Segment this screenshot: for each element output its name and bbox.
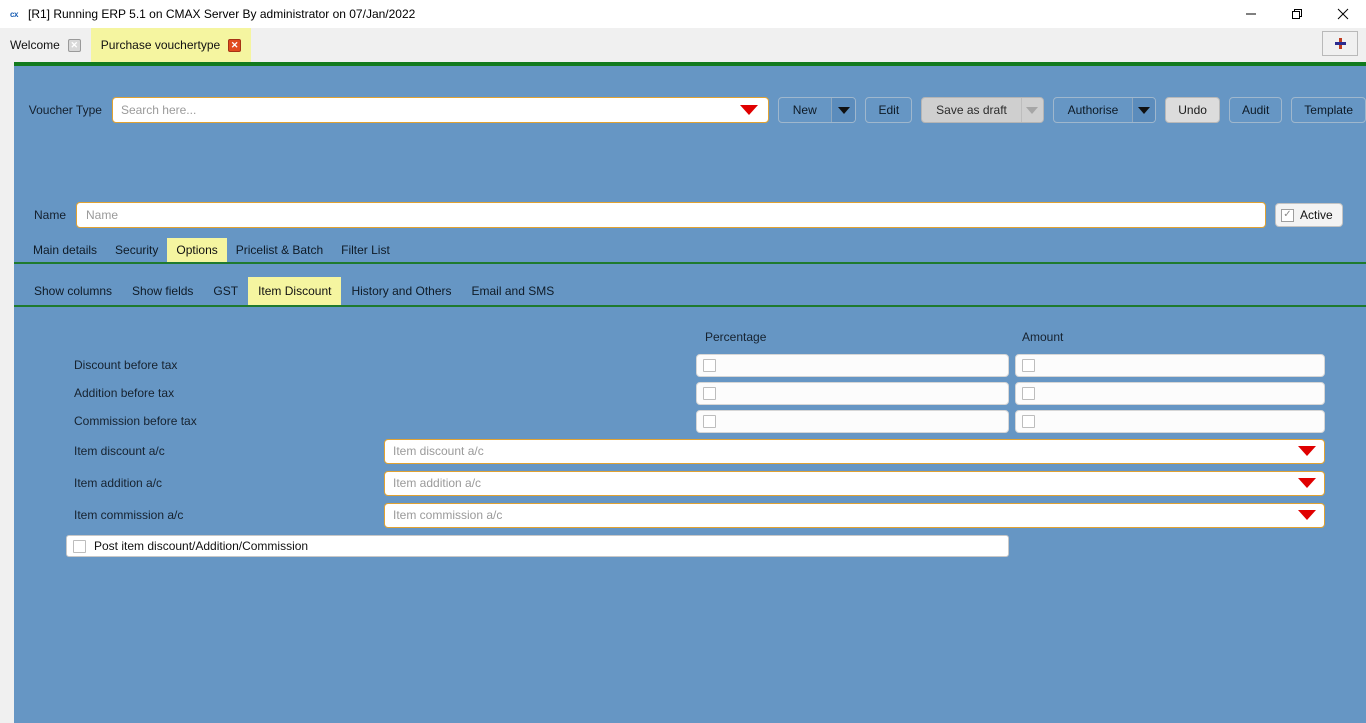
- placeholder-text: Item discount a/c: [385, 444, 484, 458]
- tab-item-discount[interactable]: Item Discount: [248, 277, 341, 305]
- voucher-type-label: Voucher Type: [14, 103, 112, 117]
- form-row-item-discount-ac: Item discount a/c Item discount a/c: [14, 437, 1366, 465]
- placeholder-text: Item addition a/c: [385, 476, 481, 490]
- new-tab-button[interactable]: [1322, 31, 1358, 56]
- edit-button[interactable]: Edit: [865, 97, 912, 123]
- document-tab-label: Welcome: [10, 38, 60, 52]
- window-body: Voucher Type New Edit Save as draft Auth…: [0, 62, 1366, 723]
- row-label: Item discount a/c: [74, 444, 165, 458]
- placeholder-text: Item commission a/c: [385, 508, 502, 522]
- tab-pricelist-and-batch[interactable]: Pricelist & Batch: [227, 238, 332, 262]
- plus-icon: [1335, 38, 1346, 49]
- document-tab-welcome[interactable]: Welcome ✕: [0, 28, 91, 62]
- authorise-button-dropdown[interactable]: [1132, 98, 1155, 122]
- tab-filter-list[interactable]: Filter List: [332, 238, 399, 262]
- addition-before-tax-percentage-field[interactable]: [696, 382, 1009, 405]
- secondary-tab-divider: [14, 305, 1366, 307]
- checkbox-icon[interactable]: [73, 540, 86, 553]
- voucher-type-row: Voucher Type New Edit Save as draft Auth…: [14, 94, 1366, 126]
- window-title: [R1] Running ERP 5.1 on CMAX Server By a…: [28, 7, 415, 21]
- tab-main-details[interactable]: Main details: [24, 238, 106, 262]
- item-addition-ac-dropdown[interactable]: Item addition a/c: [384, 471, 1325, 496]
- discount-before-tax-amount-field[interactable]: [1015, 354, 1325, 377]
- tab-options[interactable]: Options: [167, 238, 226, 262]
- chevron-down-icon: [838, 107, 850, 114]
- close-tab-icon[interactable]: ✕: [68, 39, 81, 52]
- save-as-draft-label: Save as draft: [922, 98, 1021, 122]
- save-as-draft-dropdown[interactable]: [1021, 98, 1043, 122]
- close-button[interactable]: [1320, 0, 1366, 28]
- checkbox-icon[interactable]: [703, 359, 716, 372]
- commission-before-tax-percentage-field[interactable]: [696, 410, 1009, 433]
- row-label: Addition before tax: [74, 386, 174, 400]
- window-controls: [1228, 0, 1366, 28]
- row-label: Commission before tax: [74, 414, 197, 428]
- form-row-discount-before-tax: Discount before tax: [14, 351, 1366, 379]
- checkbox-icon[interactable]: [1022, 359, 1035, 372]
- tab-gst[interactable]: GST: [203, 277, 248, 305]
- new-button-dropdown[interactable]: [831, 98, 856, 122]
- row-label: Item commission a/c: [74, 508, 183, 522]
- tab-security[interactable]: Security: [106, 238, 167, 262]
- column-header-percentage: Percentage: [705, 330, 766, 344]
- close-tab-icon[interactable]: ✕: [228, 39, 241, 52]
- audit-button[interactable]: Audit: [1229, 97, 1282, 123]
- active-checkbox[interactable]: ✓ Active: [1275, 203, 1343, 227]
- active-label: Active: [1300, 208, 1333, 222]
- new-button-label: New: [779, 98, 831, 122]
- column-header-amount: Amount: [1022, 330, 1063, 344]
- commission-before-tax-amount-field[interactable]: [1015, 410, 1325, 433]
- new-button[interactable]: New: [778, 97, 857, 123]
- item-commission-ac-dropdown[interactable]: Item commission a/c: [384, 503, 1325, 528]
- tab-history-and-others[interactable]: History and Others: [341, 277, 461, 305]
- checkbox-icon[interactable]: [1022, 387, 1035, 400]
- row-label: Discount before tax: [74, 358, 177, 372]
- voucher-type-search[interactable]: [112, 97, 769, 123]
- item-discount-ac-dropdown[interactable]: Item discount a/c: [384, 439, 1325, 464]
- tab-email-and-sms[interactable]: Email and SMS: [462, 277, 565, 305]
- post-item-discount-checkbox-row[interactable]: Post item discount/Addition/Commission: [66, 535, 1009, 557]
- checkbox-icon[interactable]: [1022, 415, 1035, 428]
- dropdown-arrow-icon[interactable]: [740, 105, 758, 115]
- authorise-button[interactable]: Authorise: [1053, 97, 1157, 123]
- template-button[interactable]: Template: [1291, 97, 1366, 123]
- checkmark-icon: ✓: [1281, 209, 1294, 222]
- maximize-restore-button[interactable]: [1274, 0, 1320, 28]
- row-label: Item addition a/c: [74, 476, 162, 490]
- dropdown-arrow-icon[interactable]: [1298, 478, 1316, 488]
- tab-show-columns[interactable]: Show columns: [24, 277, 122, 305]
- secondary-tab-row: Show columns Show fields GST Item Discou…: [14, 276, 1366, 305]
- discount-before-tax-percentage-field[interactable]: [696, 354, 1009, 377]
- undo-button[interactable]: Undo: [1165, 97, 1220, 123]
- document-tab-purchase-vouchertype[interactable]: Purchase vouchertype ✕: [91, 28, 251, 62]
- dropdown-arrow-icon[interactable]: [1298, 446, 1316, 456]
- name-input[interactable]: [76, 202, 1266, 228]
- window-title-bar: cx [R1] Running ERP 5.1 on CMAX Server B…: [0, 0, 1366, 28]
- document-tab-strip: Welcome ✕ Purchase vouchertype ✕: [0, 28, 1366, 62]
- form-row-item-commission-ac: Item commission a/c Item commission a/c: [14, 501, 1366, 529]
- document-tab-label: Purchase vouchertype: [101, 38, 220, 52]
- save-as-draft-button[interactable]: Save as draft: [921, 97, 1043, 123]
- primary-tab-divider: [14, 262, 1366, 264]
- form-row-item-addition-ac: Item addition a/c Item addition a/c: [14, 469, 1366, 497]
- form-panel: Voucher Type New Edit Save as draft Auth…: [14, 66, 1366, 723]
- chevron-down-icon: [1138, 107, 1150, 114]
- form-row-commission-before-tax: Commission before tax: [14, 407, 1366, 435]
- primary-tab-row: Main details Security Options Pricelist …: [14, 236, 1366, 262]
- name-row: Name ✓ Active: [14, 200, 1366, 230]
- checkbox-icon[interactable]: [703, 387, 716, 400]
- addition-before-tax-amount-field[interactable]: [1015, 382, 1325, 405]
- checkbox-icon[interactable]: [703, 415, 716, 428]
- dropdown-arrow-icon[interactable]: [1298, 510, 1316, 520]
- minimize-button[interactable]: [1228, 0, 1274, 28]
- search-input[interactable]: [113, 99, 740, 121]
- tab-show-fields[interactable]: Show fields: [122, 277, 203, 305]
- app-logo-icon: cx: [6, 6, 22, 22]
- post-item-discount-label: Post item discount/Addition/Commission: [94, 539, 308, 553]
- name-label: Name: [14, 208, 76, 222]
- chevron-down-icon: [1026, 107, 1038, 114]
- authorise-button-label: Authorise: [1054, 98, 1133, 122]
- form-row-addition-before-tax: Addition before tax: [14, 379, 1366, 407]
